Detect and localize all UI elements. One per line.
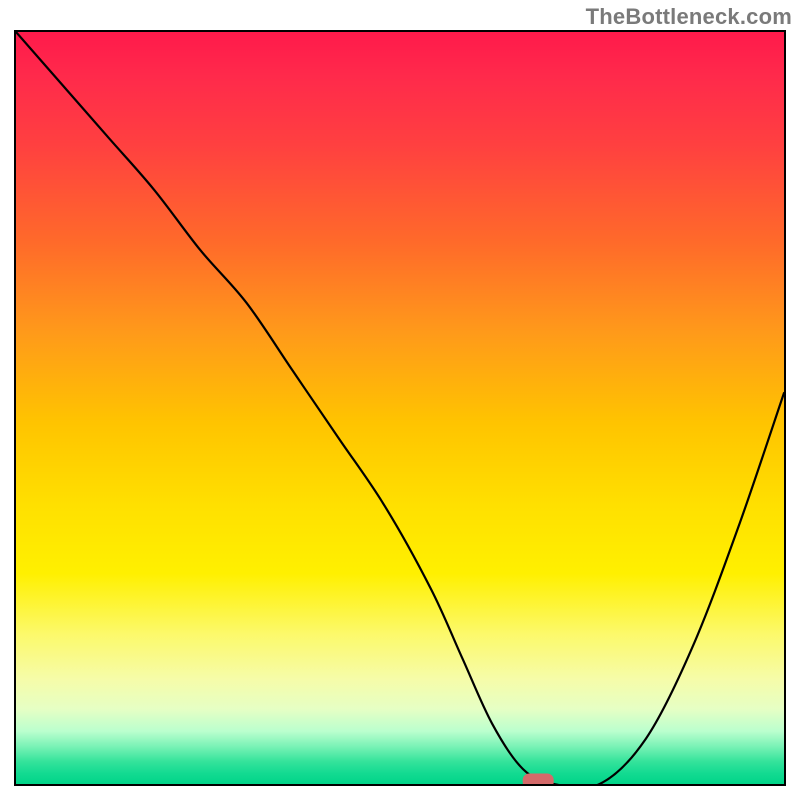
curve-svg: [16, 32, 784, 784]
bottleneck-curve: [16, 32, 784, 784]
chart-frame: TheBottleneck.com: [0, 0, 800, 800]
plot-area: [14, 30, 786, 786]
watermark-text: TheBottleneck.com: [586, 4, 792, 30]
min-marker: [523, 774, 553, 784]
